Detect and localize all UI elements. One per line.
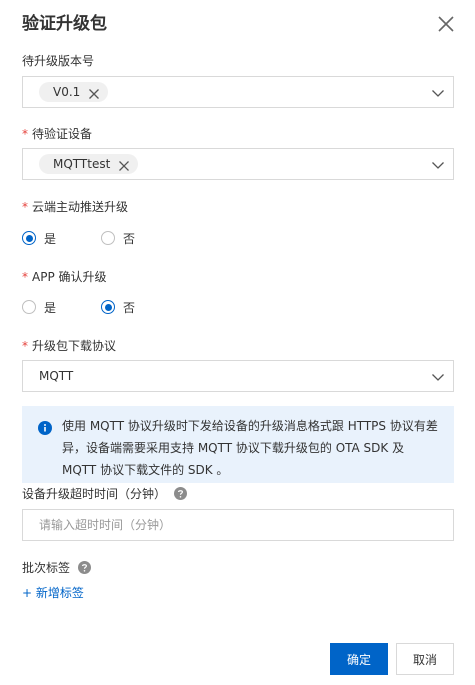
- info-icon: [38, 420, 52, 435]
- chevron-down-icon: [431, 85, 445, 99]
- version-select[interactable]: V0.1: [22, 76, 454, 108]
- devices-select[interactable]: MQTTtest: [22, 148, 454, 180]
- radio-unchecked[interactable]: [101, 231, 116, 245]
- app-confirm-option-no[interactable]: 否: [101, 299, 135, 316]
- radio-checked[interactable]: [101, 300, 116, 314]
- version-tag-text: V0.1: [53, 85, 81, 99]
- dialog-title: 验证升级包: [22, 14, 107, 34]
- app-confirm-label: * APP 确认升级: [22, 270, 107, 284]
- protocol-value: MQTT: [39, 369, 74, 383]
- radio-checked[interactable]: [22, 231, 36, 245]
- required-mark: *: [22, 200, 28, 214]
- cancel-button[interactable]: 取消: [396, 643, 454, 675]
- required-mark: *: [22, 127, 28, 141]
- required-mark: *: [22, 339, 28, 353]
- notice-text: 使用 MQTT 协议升级时下发给设备的升级消息格式跟 HTTPS 协议有差异，设…: [62, 419, 438, 477]
- option-label: 是: [44, 300, 57, 315]
- devices-tag: MQTTtest: [39, 154, 139, 174]
- batch-tags-label: 批次标签: [22, 559, 92, 577]
- option-label: 否: [123, 300, 136, 315]
- version-label: 待升级版本号: [22, 54, 95, 68]
- protocol-notice: 使用 MQTT 协议升级时下发给设备的升级消息格式跟 HTTPS 协议有差异，设…: [22, 406, 454, 483]
- version-tag: V0.1: [39, 82, 109, 102]
- cloud-push-option-yes[interactable]: 是: [22, 230, 56, 247]
- tag-remove-icon[interactable]: [88, 86, 100, 99]
- option-label: 是: [44, 231, 57, 246]
- option-label: 否: [123, 231, 136, 246]
- cloud-push-label: * 云端主动推送升级: [22, 200, 129, 214]
- timeout-label: 设备升级超时时间（分钟）: [22, 485, 188, 503]
- app-confirm-option-yes[interactable]: 是: [22, 299, 56, 316]
- cloud-push-option-no[interactable]: 否: [101, 230, 135, 247]
- required-mark: *: [22, 270, 28, 284]
- radio-unchecked[interactable]: [22, 300, 36, 314]
- help-icon[interactable]: [78, 561, 92, 574]
- chevron-down-icon: [431, 157, 445, 171]
- app-confirm-radio-group: 是 否: [22, 298, 135, 316]
- add-tag-link[interactable]: + 新增标签: [22, 584, 84, 602]
- confirm-button[interactable]: 确定: [330, 643, 388, 675]
- devices-tag-text: MQTTtest: [53, 157, 111, 171]
- help-icon[interactable]: [174, 487, 188, 500]
- protocol-select[interactable]: MQTT: [22, 360, 454, 392]
- chevron-down-icon: [431, 369, 445, 383]
- close-icon[interactable]: [436, 14, 456, 34]
- devices-label: * 待验证设备: [22, 127, 93, 141]
- protocol-label: * 升级包下载协议: [22, 339, 117, 353]
- timeout-input[interactable]: [22, 509, 454, 541]
- cloud-push-radio-group: 是 否: [22, 229, 135, 247]
- tag-remove-icon[interactable]: [118, 158, 130, 171]
